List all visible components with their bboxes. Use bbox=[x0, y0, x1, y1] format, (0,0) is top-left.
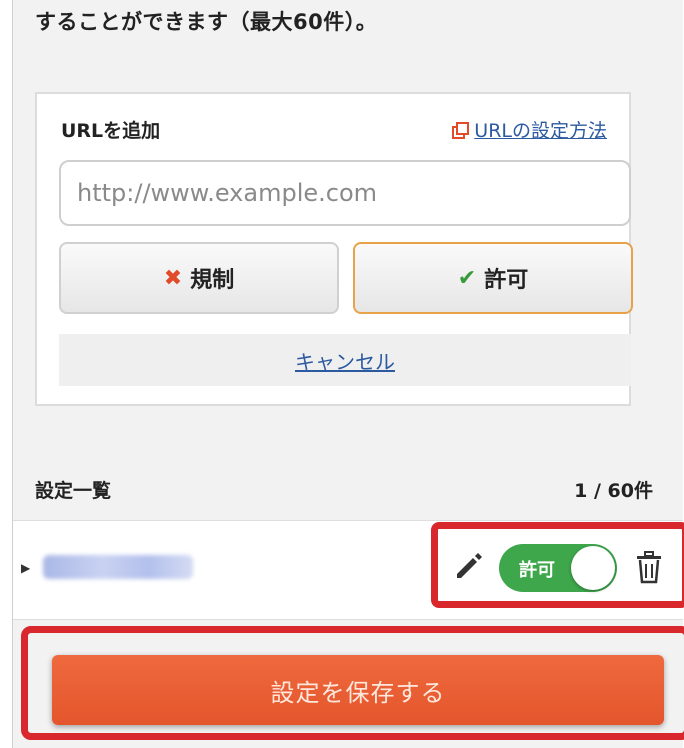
add-url-title: URLを追加 bbox=[61, 120, 161, 142]
save-button[interactable]: 設定を保存する bbox=[52, 655, 664, 725]
check-mark-icon: ✔ bbox=[457, 265, 477, 291]
add-url-card: URLを追加 URLの設定方法 ✖ 規制 ✔ 許可 キャンセル bbox=[35, 92, 633, 406]
blurred-url bbox=[43, 555, 193, 579]
allow-toggle-label: 許可 bbox=[519, 560, 555, 581]
caret-right-icon[interactable]: ▶ bbox=[21, 561, 30, 575]
allow-button-label: 許可 bbox=[484, 268, 529, 293]
allow-button[interactable]: ✔ 許可 bbox=[353, 242, 633, 314]
url-help-link[interactable]: URLの設定方法 bbox=[452, 116, 607, 143]
settings-screen: することができます（最大60件）。 URLを追加 URLの設定方法 ✖ 規制 ✔… bbox=[12, 0, 684, 748]
external-link-icon bbox=[452, 121, 470, 139]
intro-text: することができます（最大60件）。 bbox=[35, 10, 378, 34]
allow-toggle[interactable]: 許可 bbox=[499, 544, 617, 592]
pencil-icon[interactable] bbox=[453, 550, 485, 582]
cancel-bar: キャンセル bbox=[59, 334, 631, 386]
x-mark-icon: ✖ bbox=[163, 265, 183, 291]
toggle-knob bbox=[571, 546, 615, 590]
save-button-highlight: 設定を保存する bbox=[21, 626, 684, 740]
url-help-link-label: URLの設定方法 bbox=[474, 120, 607, 142]
cancel-link[interactable]: キャンセル bbox=[295, 346, 395, 375]
url-input[interactable] bbox=[59, 160, 631, 226]
block-button[interactable]: ✖ 規制 bbox=[59, 242, 339, 314]
settings-list-count: 1 / 60件 bbox=[574, 480, 653, 502]
settings-list-title: 設定一覧 bbox=[35, 480, 112, 502]
trash-icon[interactable] bbox=[633, 550, 665, 584]
block-button-label: 規制 bbox=[190, 268, 235, 293]
